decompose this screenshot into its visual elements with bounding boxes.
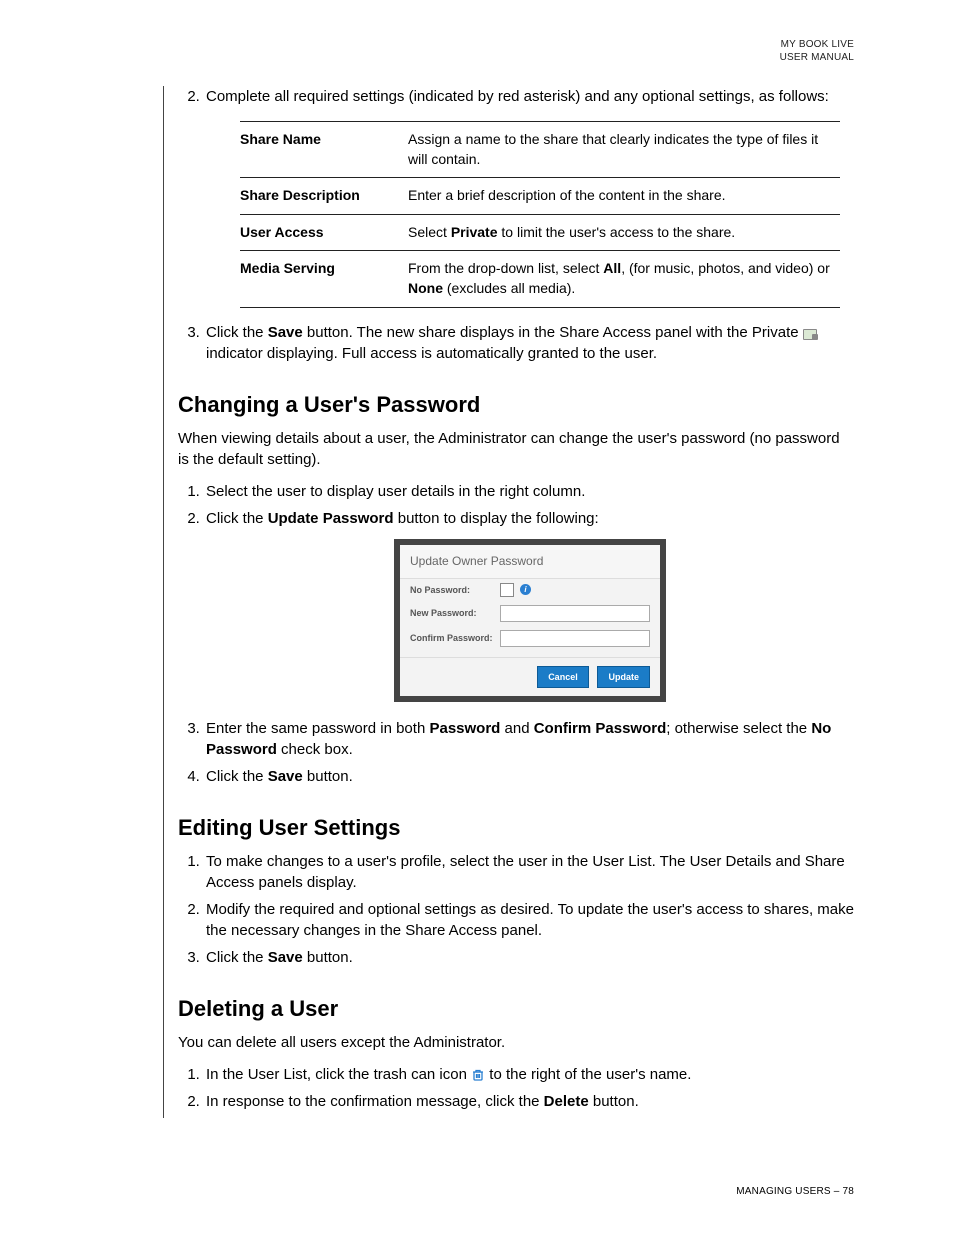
trash-icon xyxy=(471,1068,485,1082)
es-step-2: Modify the required and optional setting… xyxy=(204,899,854,941)
cp-step-3: Enter the same password in both Password… xyxy=(204,718,854,760)
dialog-footer: Cancel Update xyxy=(400,657,660,697)
media-serving-desc: From the drop-down list, select All, (fo… xyxy=(408,251,840,307)
changing-password-steps: Select the user to display user details … xyxy=(172,481,854,787)
content: Complete all required settings (indicate… xyxy=(164,86,854,1112)
step-2: Complete all required settings (indicate… xyxy=(204,86,854,308)
no-password-row: No Password: i xyxy=(400,579,660,601)
es-step-1: To make changes to a user's profile, sel… xyxy=(204,851,854,893)
new-password-input[interactable] xyxy=(500,605,650,622)
table-row: Share Name Assign a name to the share th… xyxy=(240,122,840,178)
cp-step-2: Click the Update Password button to disp… xyxy=(204,508,854,702)
share-name-label: Share Name xyxy=(240,122,408,178)
deleting-user-intro: You can delete all users except the Admi… xyxy=(178,1032,854,1054)
settings-table: Share Name Assign a name to the share th… xyxy=(240,121,840,308)
table-row: Media Serving From the drop-down list, s… xyxy=(240,251,840,307)
table-row: User Access Select Private to limit the … xyxy=(240,214,840,251)
changing-password-intro: When viewing details about a user, the A… xyxy=(178,428,854,472)
settings-steps-list: Complete all required settings (indicate… xyxy=(172,86,854,364)
share-desc-label: Share Description xyxy=(240,178,408,215)
no-password-checkbox[interactable] xyxy=(500,583,514,597)
editing-settings-steps: To make changes to a user's profile, sel… xyxy=(172,851,854,968)
du-step-2: In response to the confirmation message,… xyxy=(204,1091,854,1112)
private-icon xyxy=(803,327,817,339)
new-password-row: New Password: xyxy=(400,601,660,626)
editing-settings-heading: Editing User Settings xyxy=(178,815,854,841)
media-serving-label: Media Serving xyxy=(240,251,408,307)
step-3: Click the Save button. The new share dis… xyxy=(204,322,854,364)
user-access-label: User Access xyxy=(240,214,408,251)
user-access-desc: Select Private to limit the user's acces… xyxy=(408,214,840,251)
header-line-1: MY BOOK LIVE xyxy=(780,38,854,51)
deleting-user-steps: In the User List, click the trash can ic… xyxy=(172,1064,854,1112)
confirm-password-input[interactable] xyxy=(500,630,650,647)
cp-step-1: Select the user to display user details … xyxy=(204,481,854,502)
confirm-password-label: Confirm Password: xyxy=(410,632,500,645)
new-password-label: New Password: xyxy=(410,607,500,620)
no-password-label: No Password: xyxy=(410,584,500,597)
header-line-2: USER MANUAL xyxy=(780,51,854,64)
content-border: Complete all required settings (indicate… xyxy=(163,86,854,1118)
cancel-button[interactable]: Cancel xyxy=(537,666,589,689)
share-desc-desc: Enter a brief description of the content… xyxy=(408,178,840,215)
dialog-title: Update Owner Password xyxy=(400,545,660,579)
update-password-dialog: Update Owner Password No Password: i New… xyxy=(394,539,666,702)
page-header: MY BOOK LIVE USER MANUAL xyxy=(780,38,854,64)
table-row: Share Description Enter a brief descript… xyxy=(240,178,840,215)
page-footer: MANAGING USERS – 78 xyxy=(736,1186,854,1197)
share-name-desc: Assign a name to the share that clearly … xyxy=(408,122,840,178)
step-2-text: Complete all required settings (indicate… xyxy=(206,88,829,105)
du-step-1: In the User List, click the trash can ic… xyxy=(204,1064,854,1085)
info-icon[interactable]: i xyxy=(520,584,531,595)
confirm-password-row: Confirm Password: xyxy=(400,626,660,651)
es-step-3: Click the Save button. xyxy=(204,947,854,968)
update-button[interactable]: Update xyxy=(597,666,650,689)
cp-step-4: Click the Save button. xyxy=(204,766,854,787)
changing-password-heading: Changing a User's Password xyxy=(178,392,854,418)
deleting-user-heading: Deleting a User xyxy=(178,996,854,1022)
